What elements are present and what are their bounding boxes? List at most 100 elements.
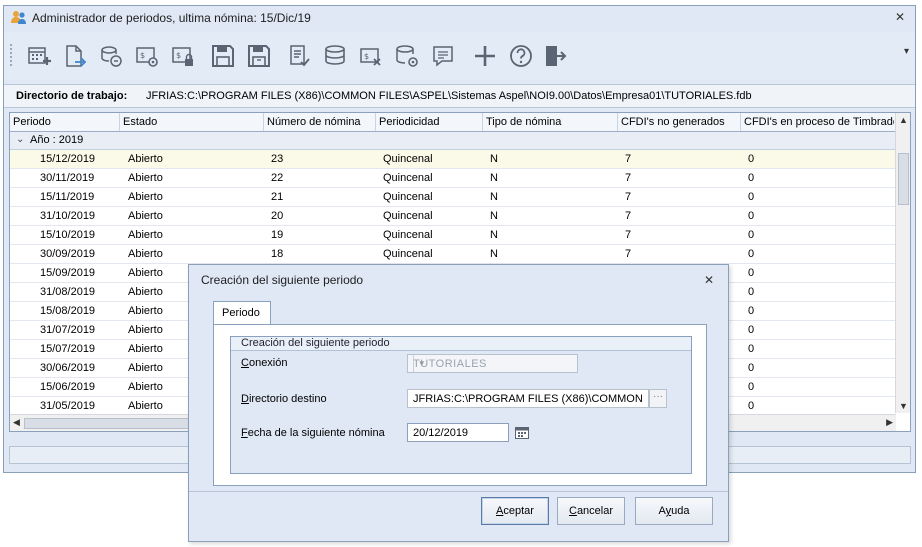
cancelar-button[interactable]: Cancelar [557, 497, 625, 525]
group-row-year[interactable]: ⌄ Año : 2019 [10, 132, 896, 150]
cell-periodicidad: Quincenal [383, 248, 433, 260]
cell-numero: 22 [271, 172, 284, 184]
cell-estado: Abierto [128, 191, 163, 203]
cell-estado: Abierto [128, 381, 163, 393]
cell-estado: Abierto [128, 362, 163, 374]
column-header-numero[interactable]: Número de nómina [267, 116, 372, 128]
cell-periodo: 31/10/2019 [40, 210, 96, 222]
cell-en-proceso: 0 [748, 305, 755, 317]
save-copy-icon[interactable] [244, 41, 274, 71]
directorio-value: JFRIAS:C:\PROGRAM FILES (X86)\COMMON [413, 393, 643, 405]
close-icon[interactable]: ✕ [704, 273, 714, 287]
export-page-icon[interactable] [60, 41, 90, 71]
toolbar: $ $ $ ▾ [4, 32, 915, 80]
payroll-settings-icon[interactable]: $ [132, 41, 162, 71]
cell-estado: Abierto [128, 153, 163, 165]
cell-periodo: 15/12/2019 [40, 153, 96, 165]
help-icon[interactable] [506, 41, 536, 71]
money-cancel-icon[interactable]: $ [356, 41, 386, 71]
directorio-field[interactable]: JFRIAS:C:\PROGRAM FILES (X86)\COMMON [407, 389, 649, 408]
payroll-lock-icon[interactable]: $ [168, 41, 198, 71]
cell-en-proceso: 0 [748, 153, 755, 165]
cell-numero: 21 [271, 191, 284, 203]
scroll-down-icon[interactable]: ▼ [899, 401, 908, 411]
calendar-add-icon[interactable] [24, 41, 54, 71]
svg-text:$: $ [364, 52, 369, 61]
add-icon[interactable] [470, 41, 500, 71]
table-row[interactable]: 15/11/2019 Abierto 21 Quincenal N 7 0 [10, 188, 896, 207]
cell-periodo: 15/09/2019 [40, 267, 96, 279]
cell-no-generados: 7 [625, 229, 632, 241]
table-row[interactable]: 30/11/2019 Abierto 22 Quincenal N 7 0 [10, 169, 896, 188]
cell-numero: 20 [271, 210, 284, 222]
cell-periodo: 15/06/2019 [40, 381, 96, 393]
document-check-icon[interactable] [284, 41, 314, 71]
cell-periodicidad: Quincenal [383, 210, 433, 222]
window-title: Administrador de periodos, ultima nómina… [32, 11, 311, 25]
cell-periodo: 31/05/2019 [40, 400, 96, 412]
vertical-scroll-thumb[interactable] [898, 153, 909, 205]
notes-icon[interactable] [428, 41, 458, 71]
cell-periodicidad: Quincenal [383, 153, 433, 165]
cell-estado: Abierto [128, 172, 163, 184]
cell-no-generados: 7 [625, 248, 632, 260]
cell-numero: 19 [271, 229, 284, 241]
calendar-icon[interactable] [513, 423, 531, 442]
table-row[interactable]: 15/10/2019 Abierto 19 Quincenal N 7 0 [10, 226, 896, 245]
cell-periodo: 30/11/2019 [40, 172, 95, 184]
column-header-tipo[interactable]: Tipo de nómina [486, 116, 616, 128]
scroll-right-icon[interactable]: ▶ [886, 417, 893, 428]
browse-button[interactable]: ··· [649, 389, 667, 408]
cell-en-proceso: 0 [748, 267, 755, 279]
title-bar: Administrador de periodos, ultima nómina… [4, 6, 915, 30]
vertical-scrollbar[interactable]: ▲ ▼ [895, 113, 910, 413]
database-settings-icon[interactable] [392, 41, 422, 71]
cell-en-proceso: 0 [748, 343, 755, 355]
column-header-en-proceso[interactable]: CFDI's en proceso de Timbrado [744, 116, 894, 128]
cell-periodo: 31/07/2019 [40, 324, 96, 336]
cell-periodo: 15/10/2019 [40, 229, 96, 241]
cell-en-proceso: 0 [748, 286, 755, 298]
chevron-down-icon[interactable]: ⌄ [16, 134, 24, 145]
svg-text:$: $ [176, 51, 181, 60]
working-directory-label: Directorio de trabajo: [16, 90, 128, 102]
cell-tipo: N [490, 153, 498, 165]
scroll-left-icon[interactable]: ◀ [13, 417, 20, 428]
conexion-select[interactable]: TUTORIALES ▼ [407, 354, 578, 373]
chevron-down-icon[interactable]: ▼ [413, 355, 430, 372]
next-period-group: Creación del siguiente periodo Conexión … [230, 336, 692, 474]
tab-label: Periodo [222, 307, 260, 319]
fecha-label: Fecha de la siguiente nómina [241, 427, 385, 439]
refresh-coins-icon[interactable] [96, 41, 126, 71]
table-row[interactable]: 15/12/2019 Abierto 23 Quincenal N 7 0 [10, 150, 896, 169]
toolbar-overflow-icon[interactable]: ▾ [904, 46, 909, 57]
scroll-up-icon[interactable]: ▲ [899, 115, 908, 125]
aceptar-button[interactable]: Aceptar [481, 497, 549, 525]
cell-periodo: 15/07/2019 [40, 343, 96, 355]
close-icon[interactable]: ✕ [895, 10, 905, 24]
fecha-field[interactable]: 20/12/2019 [407, 423, 509, 442]
cell-periodicidad: Quincenal [383, 172, 433, 184]
cell-numero: 18 [271, 248, 284, 260]
cell-estado: Abierto [128, 248, 163, 260]
column-header-periodicidad[interactable]: Periodicidad [379, 116, 479, 128]
toolbar-grip[interactable] [10, 44, 14, 66]
cell-estado: Abierto [128, 343, 163, 355]
cell-no-generados: 7 [625, 191, 632, 203]
column-header-no-generados[interactable]: CFDI's no generados [621, 116, 736, 128]
cell-en-proceso: 0 [748, 400, 755, 412]
tab-periodo[interactable]: Periodo [213, 301, 271, 325]
group-caption-text: Creación del siguiente periodo [241, 337, 390, 349]
database-stack-icon[interactable] [320, 41, 350, 71]
exit-icon[interactable] [540, 41, 570, 71]
cell-numero: 23 [271, 153, 284, 165]
table-row[interactable]: 30/09/2019 Abierto 18 Quincenal N 7 0 [10, 245, 896, 264]
table-row[interactable]: 31/10/2019 Abierto 20 Quincenal N 7 0 [10, 207, 896, 226]
horizontal-scroll-thumb[interactable] [24, 418, 196, 429]
column-header-estado[interactable]: Estado [123, 116, 258, 128]
column-header-periodo[interactable]: Periodo [13, 116, 113, 128]
cell-en-proceso: 0 [748, 324, 755, 336]
ayuda-button[interactable]: Ayuda [635, 497, 713, 525]
save-icon[interactable] [208, 41, 238, 71]
cell-periodo: 31/08/2019 [40, 286, 96, 298]
